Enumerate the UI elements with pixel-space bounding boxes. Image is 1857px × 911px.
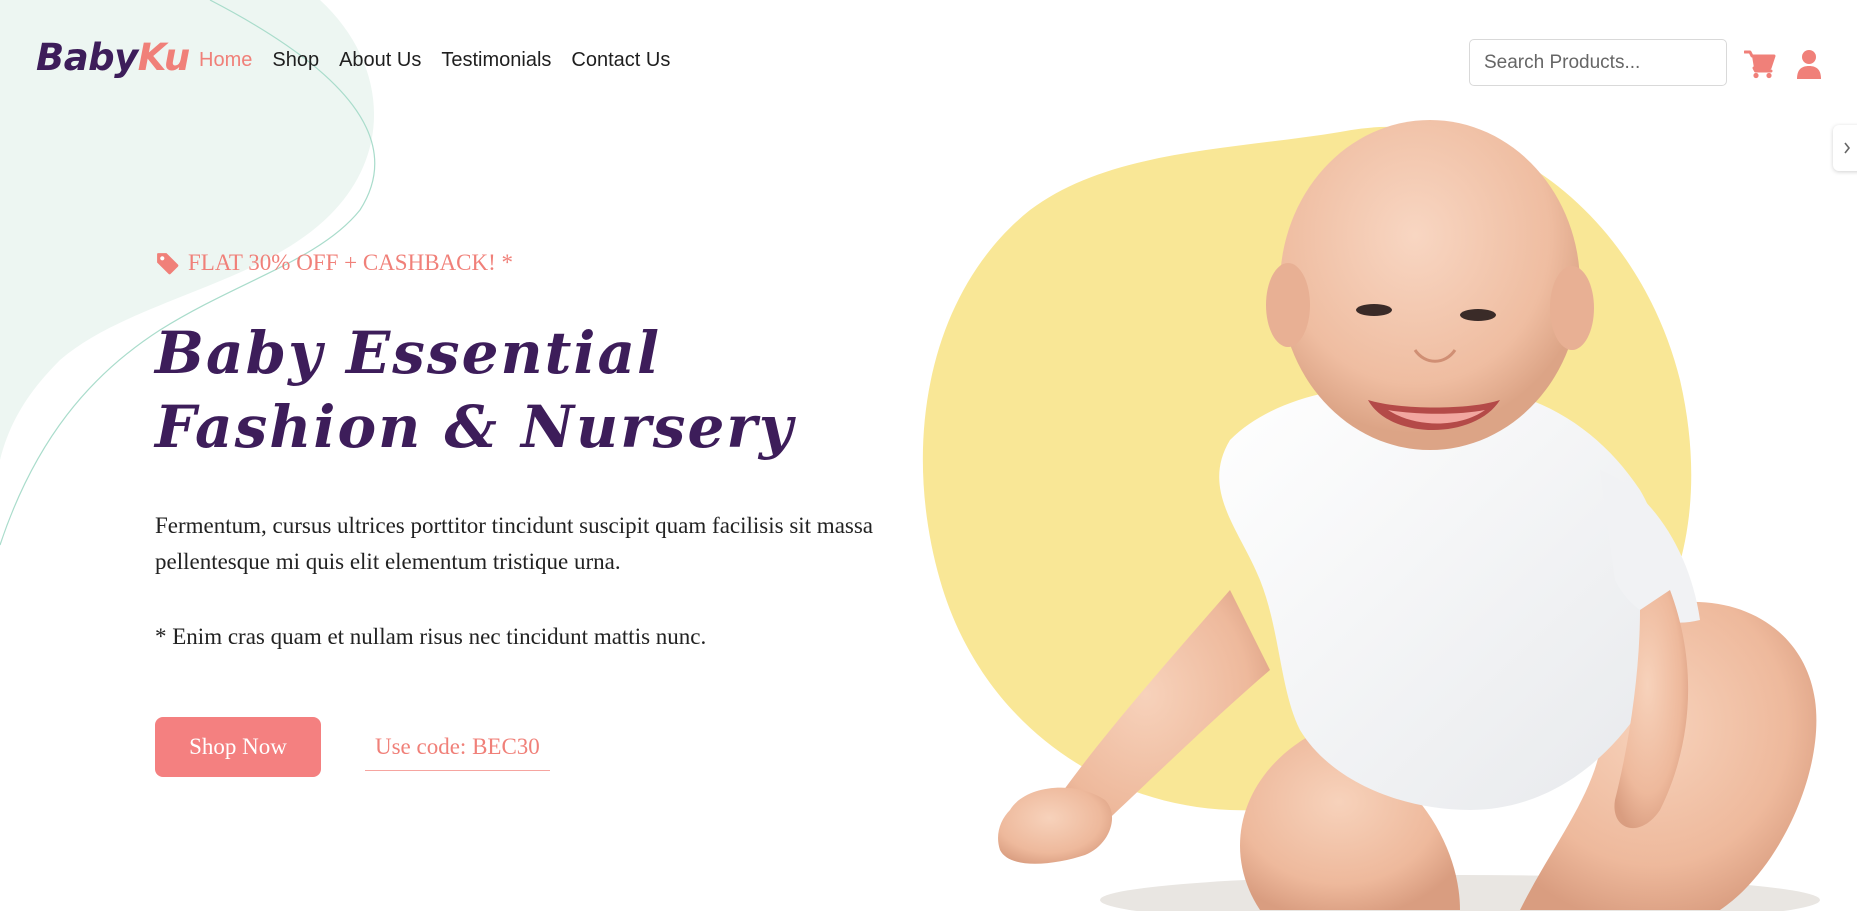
site-header: BabyKu Home Shop About Us Testimonials C… bbox=[0, 0, 1857, 126]
logo-text-primary: Baby bbox=[36, 36, 138, 79]
main-nav: Home Shop About Us Testimonials Contact … bbox=[199, 49, 670, 72]
search-input[interactable] bbox=[1484, 51, 1712, 74]
side-panel-toggle[interactable] bbox=[1833, 125, 1857, 171]
tag-icon bbox=[157, 252, 179, 274]
nav-home[interactable]: Home bbox=[199, 49, 252, 72]
hero-content: FLAT 30% OFF + CASHBACK! * Baby Essentia… bbox=[155, 250, 935, 777]
headline-line-2: Fashion & Nursery bbox=[155, 393, 795, 461]
hero-headline: Baby Essential Fashion & Nursery bbox=[155, 316, 935, 464]
headline-line-1: Baby Essential bbox=[155, 319, 662, 387]
hero-description: Fermentum, cursus ultrices porttitor tin… bbox=[155, 513, 874, 574]
hero-note: * Enim cras quam et nullam risus nec tin… bbox=[155, 624, 707, 649]
shop-now-button[interactable]: Shop Now bbox=[155, 717, 321, 777]
cart-icon[interactable] bbox=[1744, 49, 1776, 79]
nav-about-us[interactable]: About Us bbox=[339, 49, 421, 72]
logo-text-accent: Ku bbox=[137, 36, 191, 79]
search-box bbox=[1469, 39, 1727, 86]
promo-banner: FLAT 30% OFF + CASHBACK! * bbox=[155, 250, 935, 276]
cta-row: Shop Now Use code: BEC30 bbox=[155, 717, 935, 777]
logo[interactable]: BabyKu bbox=[36, 36, 190, 79]
nav-testimonials[interactable]: Testimonials bbox=[441, 49, 551, 72]
coupon-code-link[interactable]: Use code: BEC30 bbox=[365, 734, 550, 771]
promo-text: FLAT 30% OFF + CASHBACK! * bbox=[188, 250, 514, 275]
hero-image bbox=[922, 120, 1820, 911]
nav-contact-us[interactable]: Contact Us bbox=[571, 49, 670, 72]
user-icon[interactable] bbox=[1796, 49, 1822, 79]
chevron-right-icon bbox=[1844, 142, 1851, 154]
nav-shop[interactable]: Shop bbox=[272, 49, 319, 72]
